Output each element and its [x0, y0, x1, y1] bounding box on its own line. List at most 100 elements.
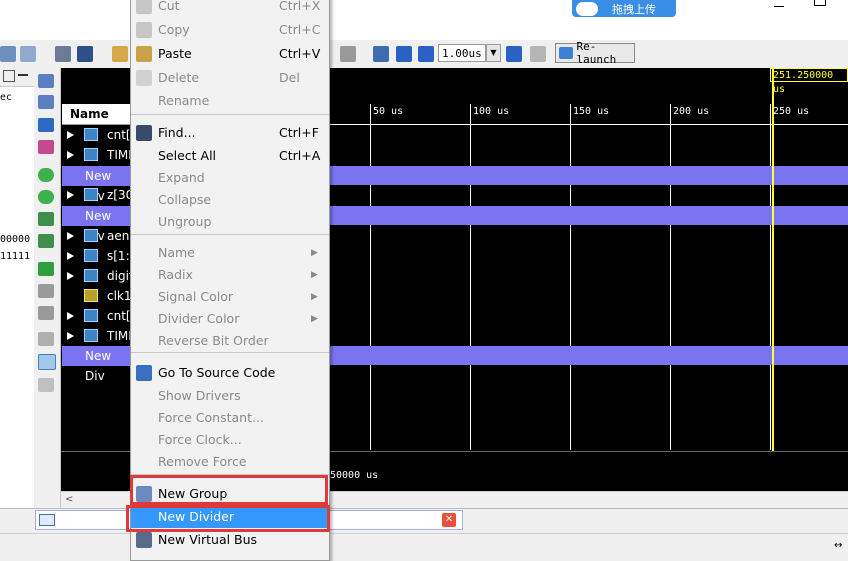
menu-item-force-clock[interactable]: Force Clock...	[131, 429, 329, 451]
signal-row[interactable]: digit	[62, 266, 134, 286]
menu-item-new-virtual-bus[interactable]: New Virtual Bus	[131, 529, 329, 551]
snap-to-transition-icon[interactable]	[38, 354, 56, 370]
previous-marker-icon[interactable]	[38, 284, 54, 298]
wrench-icon[interactable]	[55, 46, 71, 62]
menu-item-label: Paste	[158, 46, 192, 61]
divider-row[interactable]: New Div	[62, 166, 132, 203]
run-for-icon[interactable]	[418, 46, 434, 62]
expand-icon[interactable]	[67, 332, 74, 340]
menu-item-signal-color[interactable]: Signal Color ▶	[131, 286, 329, 308]
menu-item-divider-color[interactable]: Divider Color ▶	[131, 308, 329, 330]
help-icon[interactable]	[77, 46, 93, 62]
menu-item-expand[interactable]: Expand	[131, 167, 329, 189]
zoom-to-cursor-icon[interactable]	[38, 140, 54, 154]
menu-item-name[interactable]: Name ▶	[131, 242, 329, 264]
cloud-upload-button[interactable]: 拖拽上传	[572, 0, 676, 17]
step-icon[interactable]	[506, 46, 522, 62]
divider-row[interactable]: New Div	[62, 346, 132, 383]
menu-item-force-constant[interactable]: Force Constant...	[131, 407, 329, 429]
signal-row[interactable]: TIME	[62, 145, 136, 165]
signal-row[interactable]: cnt[	[62, 125, 132, 145]
zoom-out-icon[interactable]	[38, 95, 54, 109]
expand-icon[interactable]	[67, 232, 74, 240]
chevron-down-icon[interactable]: ▼	[486, 44, 501, 62]
divider-name: New Div	[85, 349, 112, 383]
signal-row[interactable]: aen[	[62, 226, 134, 246]
run-time-input[interactable]: 1.00us	[438, 44, 486, 62]
relaunch-button[interactable]: Re-launch	[555, 40, 635, 66]
menu-item-cut[interactable]: Cut Ctrl+X	[131, 0, 329, 17]
restart-icon[interactable]	[373, 46, 389, 62]
time-cursor[interactable]	[772, 68, 774, 451]
signal-row[interactable]: TIME	[62, 326, 136, 346]
menu-item-label: Divider Color	[158, 311, 240, 326]
zoom-in-icon[interactable]	[38, 74, 54, 88]
resize-icon: ↔	[834, 540, 843, 551]
menu-item-rename[interactable]: Rename	[131, 90, 329, 112]
menu-item-label: Collapse	[158, 192, 212, 207]
bus-signal-icon	[84, 188, 98, 201]
next-transition-icon[interactable]	[38, 234, 54, 248]
submenu-arrow-icon: ▶	[311, 248, 318, 258]
bus-signal-icon	[84, 148, 98, 161]
pause-icon[interactable]	[530, 46, 546, 62]
minimize-pane-icon[interactable]	[18, 74, 28, 76]
floating-ruler-icon[interactable]	[38, 378, 54, 392]
menu-item-collapse[interactable]: Collapse	[131, 189, 329, 211]
menu-item-copy[interactable]: Copy Ctrl+C	[131, 19, 329, 41]
zoom-in-icon[interactable]	[112, 46, 128, 62]
bus-signal-icon	[84, 269, 98, 282]
window-icon[interactable]	[20, 46, 36, 62]
minimize-button[interactable]	[770, 0, 788, 14]
menu-item-select-all[interactable]: Select All Ctrl+A	[131, 145, 329, 167]
divider-row[interactable]: New Div	[62, 206, 132, 243]
zoom-fit-icon[interactable]	[38, 118, 54, 132]
menu-item-find[interactable]: Find... Ctrl+F	[131, 122, 329, 144]
expand-icon[interactable]	[67, 252, 74, 260]
bus-signal-icon	[84, 329, 98, 342]
menu-item-show-drivers[interactable]: Show Drivers	[131, 385, 329, 407]
layout-icon[interactable]	[0, 46, 16, 62]
close-icon[interactable]: ✕	[442, 513, 456, 527]
menu-item-label: Name	[158, 245, 195, 260]
submenu-arrow-icon: ▶	[311, 270, 318, 280]
signal-row[interactable]: s[1:0	[62, 246, 137, 266]
add-marker-icon[interactable]	[38, 262, 54, 276]
go-to-end-icon[interactable]	[38, 190, 54, 204]
bus-signal-icon	[84, 229, 98, 242]
divider-wave[interactable]	[330, 346, 848, 365]
maximize-button[interactable]	[814, 0, 826, 6]
highlight-annotation	[126, 505, 330, 532]
arrow-icon[interactable]	[340, 46, 356, 62]
expand-icon[interactable]	[67, 151, 74, 159]
divider-wave[interactable]	[330, 206, 848, 225]
menu-item-go-to-source-code[interactable]: Go To Source Code	[131, 362, 329, 384]
binoculars-icon	[136, 125, 152, 141]
menu-item-reverse-bit-order[interactable]: Reverse Bit Order	[131, 330, 329, 352]
previous-transition-icon[interactable]	[38, 212, 54, 226]
scroll-left-icon[interactable]: <	[65, 494, 73, 505]
name-column-header[interactable]: Name	[62, 104, 132, 125]
menu-item-delete[interactable]: Delete Del	[131, 67, 329, 89]
swap-cursors-icon[interactable]	[38, 332, 54, 346]
float-icon[interactable]	[3, 70, 15, 82]
expand-icon[interactable]	[67, 191, 74, 199]
menu-item-label: Copy	[158, 22, 190, 37]
signal-row[interactable]: z[30	[62, 185, 133, 205]
expand-icon[interactable]	[67, 312, 74, 320]
run-icon[interactable]	[396, 46, 412, 62]
menu-item-paste[interactable]: Paste Ctrl+V	[131, 43, 329, 65]
menu-item-label: Delete	[158, 70, 200, 85]
menu-item-ungroup[interactable]: Ungroup	[131, 211, 329, 233]
menu-item-radix[interactable]: Radix ▶	[131, 264, 329, 286]
expand-icon[interactable]	[67, 131, 74, 139]
gridline	[470, 104, 471, 450]
signal-row[interactable]: cnt[3	[62, 306, 138, 326]
divider-wave[interactable]	[330, 166, 848, 185]
signal-row[interactable]: clk1	[62, 286, 132, 306]
menu-item-remove-force[interactable]: Remove Force	[131, 451, 329, 473]
menu-item-label: Reverse Bit Order	[158, 333, 269, 348]
go-to-start-icon[interactable]	[38, 168, 54, 182]
next-marker-icon[interactable]	[38, 306, 54, 320]
expand-icon[interactable]	[67, 272, 74, 280]
